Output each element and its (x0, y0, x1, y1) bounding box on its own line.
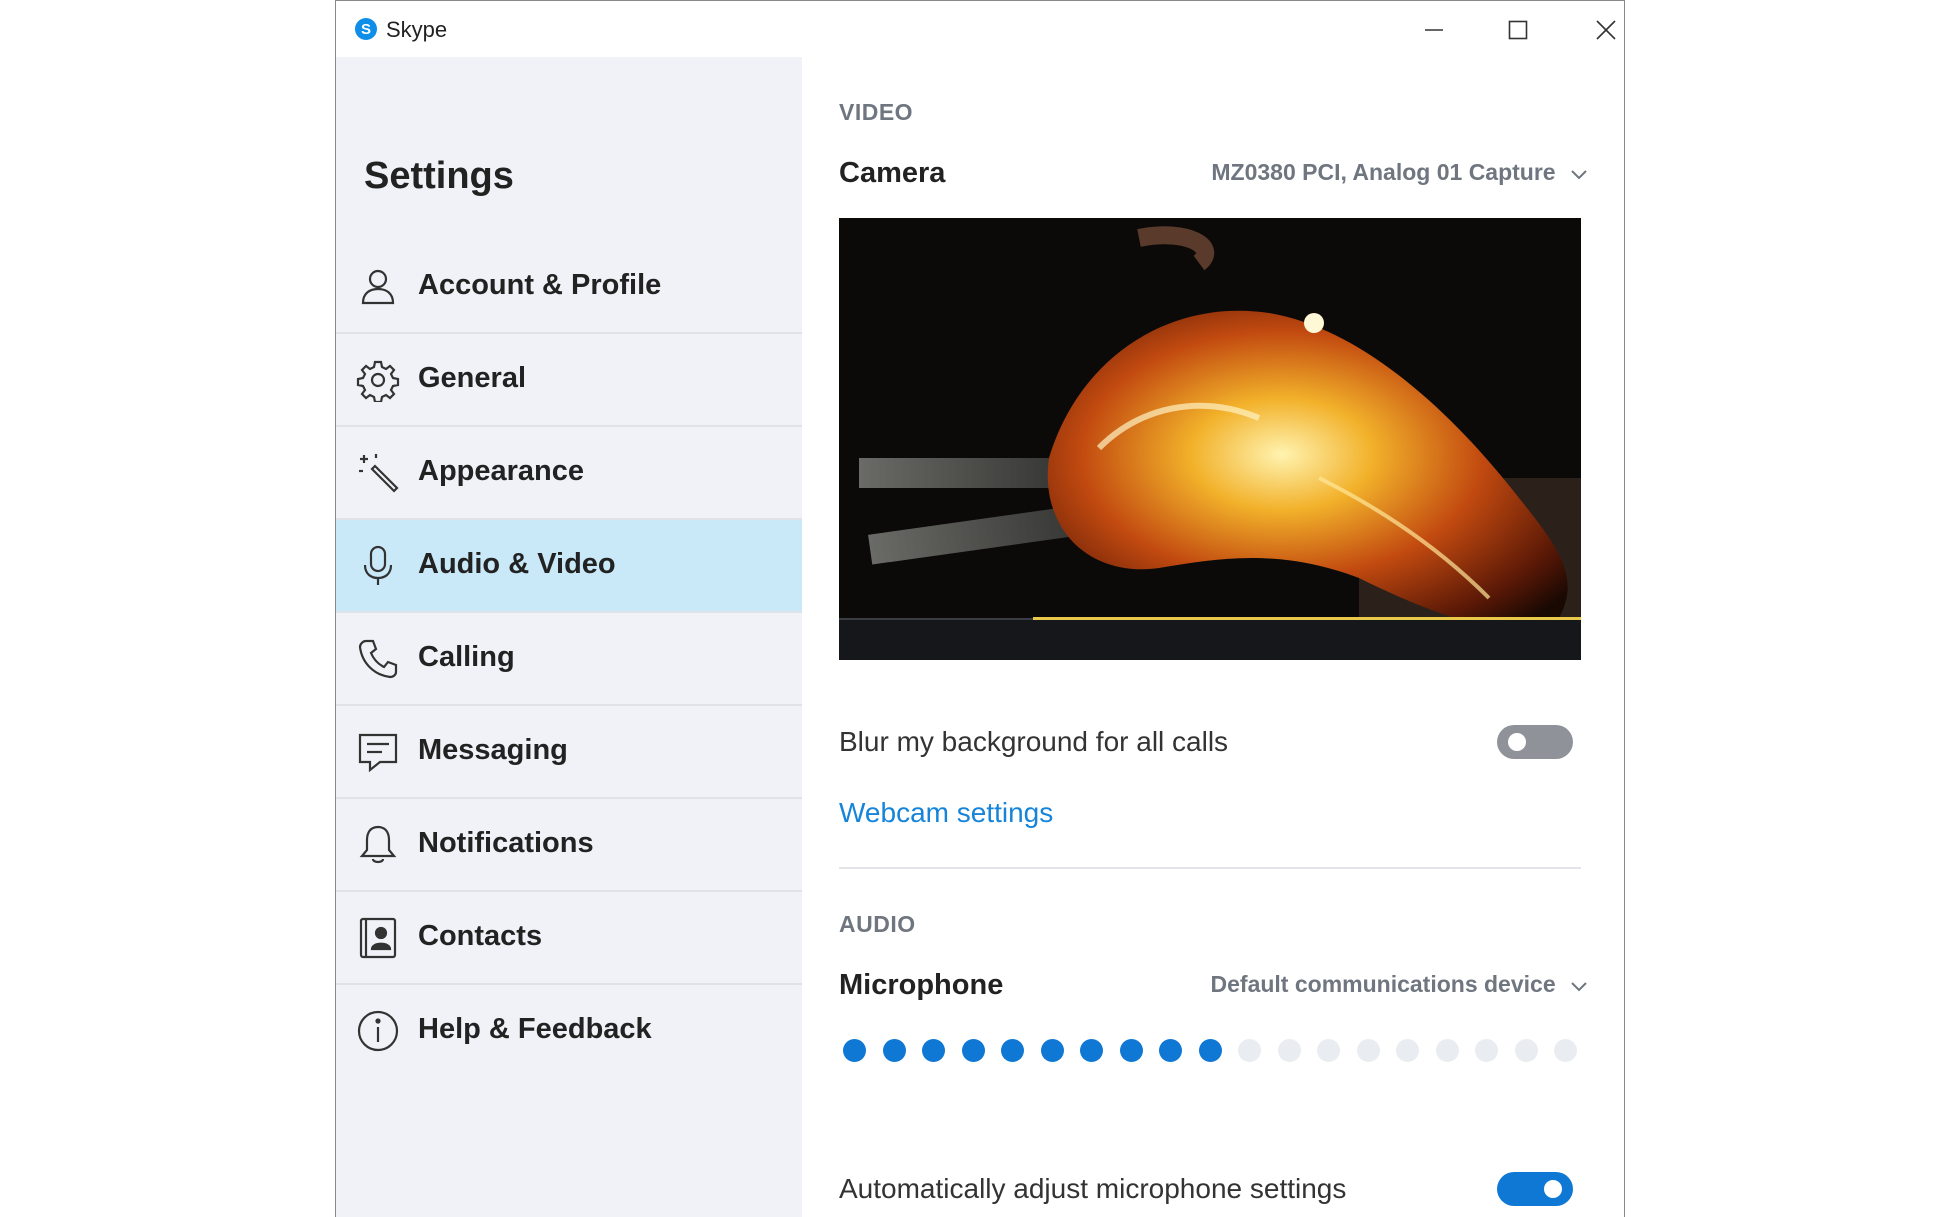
sidebar-item-label: Contacts (418, 920, 543, 952)
microphone-icon (363, 545, 393, 585)
skype-logo-icon: S (355, 18, 377, 40)
sidebar-item-help-feedback[interactable]: Help & Feedback (336, 985, 802, 1078)
chevron-down-icon (1571, 170, 1587, 180)
info-icon (357, 1010, 399, 1052)
skype-window: S Skype Settings Account & Profile Gener… (335, 0, 1625, 1217)
mic-level-dot (1001, 1039, 1024, 1062)
sidebar-item-audio-video[interactable]: Audio & Video (336, 520, 802, 613)
mic-level-dot (922, 1039, 945, 1062)
sidebar-item-label: Audio & Video (418, 548, 616, 580)
auto-adjust-mic-label: Automatically adjust microphone settings (839, 1173, 1347, 1204)
section-divider (839, 867, 1581, 869)
sidebar-item-notifications[interactable]: Notifications (336, 799, 802, 892)
camera-label: Camera (839, 157, 946, 189)
gear-icon (356, 360, 400, 402)
sidebar-item-appearance[interactable]: Appearance (336, 427, 802, 520)
webcam-settings-link[interactable]: Webcam settings (839, 797, 1053, 829)
preview-toolbar (839, 617, 1581, 660)
sidebar-item-label: Messaging (418, 734, 568, 766)
settings-title: Settings (364, 155, 514, 197)
mic-level-dot (1436, 1039, 1459, 1062)
sidebar-item-account-profile[interactable]: Account & Profile (336, 241, 802, 334)
mic-level-dot (1159, 1039, 1182, 1062)
sidebar-item-label: Calling (418, 641, 515, 673)
sidebar-item-label: General (418, 362, 526, 394)
mic-level-dot (1120, 1039, 1143, 1062)
minimize-icon (1425, 29, 1443, 31)
mic-level-dot (1515, 1039, 1538, 1062)
settings-nav: Account & Profile General Appearance Aud… (336, 241, 802, 1078)
mic-level-dot (1357, 1039, 1380, 1062)
chevron-down-icon (1571, 982, 1587, 992)
sidebar-item-contacts[interactable]: Contacts (336, 892, 802, 985)
mic-level-dot (1238, 1039, 1261, 1062)
minimize-button[interactable] (1406, 11, 1462, 49)
sidebar-item-label: Account & Profile (418, 269, 662, 301)
mic-level-dot (1554, 1039, 1577, 1062)
microphone-device-dropdown[interactable]: Default communications device (1211, 971, 1588, 998)
sidebar-item-label: Notifications (418, 827, 594, 859)
mic-level-dot (1278, 1039, 1301, 1062)
auto-adjust-mic-toggle[interactable] (1497, 1172, 1573, 1206)
camera-device-value: MZ0380 PCI, Analog 01 Capture (1211, 159, 1556, 185)
mic-level-dot (1317, 1039, 1340, 1062)
toggle-knob (1508, 733, 1526, 751)
settings-sidebar: Settings Account & Profile General Appea… (336, 57, 803, 1217)
contact-card-icon (359, 917, 397, 959)
phone-icon (358, 639, 398, 679)
svg-text:S: S (361, 21, 371, 38)
close-icon (1596, 20, 1616, 40)
audio-section-heading: AUDIO (839, 911, 916, 937)
camera-device-dropdown[interactable]: MZ0380 PCI, Analog 01 Capture (1211, 159, 1588, 186)
maximize-button[interactable] (1490, 11, 1546, 49)
sidebar-item-general[interactable]: General (336, 334, 802, 427)
bell-icon (359, 825, 397, 864)
mic-level-dot (1396, 1039, 1419, 1062)
settings-content: VIDEO Camera MZ0380 PCI, Analog 01 Captu… (802, 57, 1624, 1217)
microphone-label: Microphone (839, 969, 1004, 1001)
mic-level-dot (1041, 1039, 1064, 1062)
blur-background-toggle[interactable] (1497, 725, 1573, 759)
mic-level-dot (1199, 1039, 1222, 1062)
sidebar-item-messaging[interactable]: Messaging (336, 706, 802, 799)
camera-preview-image (839, 218, 1581, 660)
mic-level-dot (843, 1039, 866, 1062)
mic-level-dot (1475, 1039, 1498, 1062)
app-title: Skype (386, 17, 448, 42)
preview-progress (1033, 617, 1581, 620)
camera-preview (839, 218, 1581, 660)
magic-wand-icon (359, 454, 399, 493)
title-bar: S Skype (336, 1, 1624, 57)
video-section-heading: VIDEO (839, 99, 914, 125)
sidebar-item-label: Help & Feedback (418, 1013, 652, 1045)
microphone-level-meter (839, 1039, 1599, 1065)
close-button[interactable] (1578, 11, 1624, 49)
blur-background-label: Blur my background for all calls (839, 726, 1229, 757)
mic-level-dot (962, 1039, 985, 1062)
maximize-icon (1508, 20, 1528, 40)
sidebar-item-calling[interactable]: Calling (336, 613, 802, 706)
person-icon (361, 269, 395, 305)
microphone-device-value: Default communications device (1210, 971, 1556, 997)
sidebar-item-label: Appearance (418, 455, 585, 487)
mic-level-dot (883, 1039, 906, 1062)
mic-level-dot (1080, 1039, 1103, 1062)
toggle-knob (1544, 1180, 1562, 1198)
message-icon (358, 733, 398, 773)
